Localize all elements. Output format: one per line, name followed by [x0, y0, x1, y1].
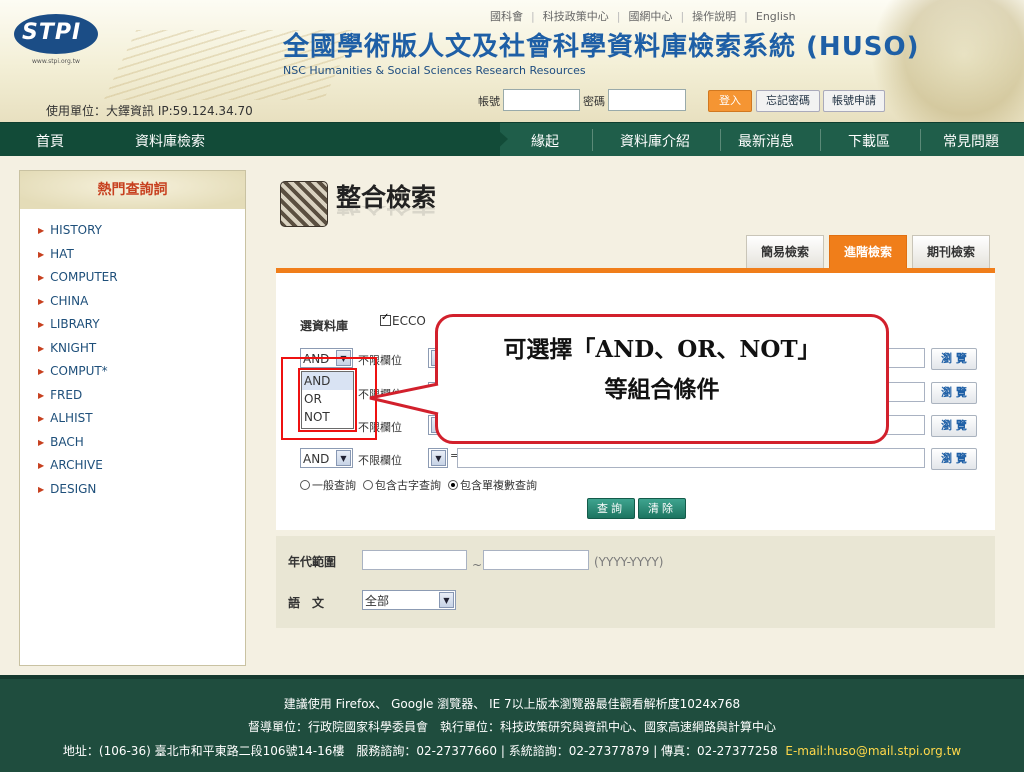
link-nsc[interactable]: 國科會: [490, 10, 523, 23]
callout-line-2: 等組合條件: [604, 376, 720, 403]
hot-term-item[interactable]: ▶ LIBRARY: [38, 317, 118, 341]
footer-browser-note: 建議使用 Firefox、 Google 瀏覽器、 IE 7以上版本瀏覽器最佳觀…: [283, 697, 741, 711]
callout-pointer: [369, 382, 439, 416]
triangle-icon: ▶: [38, 414, 45, 423]
hot-term-item[interactable]: ▶ COMPUT*: [38, 364, 118, 388]
nav-download[interactable]: 下載區: [848, 131, 890, 151]
site-title: 全國學術版人文及社會科學資料庫檢索系統 (HUSO): [283, 32, 920, 62]
triangle-icon: ▶: [38, 320, 45, 329]
boolean-op-select[interactable]: AND ▼: [300, 448, 353, 468]
hot-term-item[interactable]: ▶ HAT: [38, 247, 118, 271]
year-to-input[interactable]: [483, 550, 589, 570]
triangle-icon: ▶: [38, 437, 45, 447]
db-label: 選資料庫: [300, 319, 349, 333]
db-checkbox-ecco[interactable]: ECCO: [380, 312, 426, 328]
password-input[interactable]: [608, 89, 686, 111]
nav-home[interactable]: 首頁: [36, 131, 64, 151]
footer-contact: 地址：(106-36) 臺北市和平東路二段106號14-16樓 服務諮詢：02-…: [62, 744, 962, 758]
clear-button[interactable]: 清除: [638, 498, 686, 519]
triangle-icon: ▶: [38, 226, 45, 235]
hot-terms-sidebar: 熱門查詢詞 ▶ HISTORY ▶ HAT ▶ COMPUTER ▶ CHINA ▶ LI…: [19, 170, 246, 666]
triangle-icon: ▶: [38, 273, 45, 282]
site-subtitle: NSC Humanities & Social Sciences Researc…: [283, 64, 586, 77]
browse-button[interactable]: 瀏 覽: [931, 348, 977, 370]
field-select[interactable]: ▼: [428, 448, 448, 468]
password-label: 密碼: [583, 95, 605, 108]
tab-journal-search[interactable]: 期刊檢索: [912, 235, 990, 268]
stpi-logo[interactable]: STPI www.stpi.org.tw: [14, 14, 98, 65]
radio-ancient[interactable]: [363, 480, 373, 490]
callout-text: 可選擇「AND、OR、NOT」 等組合條件: [435, 330, 889, 410]
hot-term-item[interactable]: ▶ CHINA: [38, 294, 118, 318]
logo-text: STPI: [22, 20, 82, 45]
hot-term-item[interactable]: ▶ ALHIST: [38, 411, 118, 435]
page-title-reflection: 整合檢索: [336, 206, 436, 222]
callout-line-1: 可選擇「AND、OR、NOT」: [503, 336, 821, 363]
checkbox-icon[interactable]: [380, 312, 391, 326]
triangle-icon: ▶: [38, 484, 45, 494]
triangle-icon: ▶: [38, 296, 45, 306]
year-format-hint: (YYYY-YYYY): [594, 555, 664, 569]
browse-button[interactable]: 瀏 覽: [931, 382, 977, 404]
hot-term-item[interactable]: ▶ BACH: [38, 435, 118, 459]
main-nav: 首頁 資料庫檢索 緣起 資料庫介紹 最新消息 下載區 常見問題: [0, 122, 1024, 156]
highlight-box-inner: [298, 368, 357, 432]
nav-db-search[interactable]: 資料庫檢索: [135, 131, 205, 151]
link-nchc[interactable]: 國網中心: [628, 10, 672, 23]
nav-news[interactable]: 最新消息: [738, 131, 794, 151]
year-separator: ~: [472, 558, 483, 572]
search-button[interactable]: 查詢: [587, 498, 635, 519]
nav-origin[interactable]: 緣起: [531, 131, 559, 151]
triangle-icon: ▶: [38, 461, 45, 470]
search-term-input[interactable]: [457, 448, 925, 468]
triangle-icon: ▶: [38, 367, 45, 376]
chevron-down-icon[interactable]: ▼: [439, 592, 454, 608]
field-label: 不限欄位: [358, 454, 402, 467]
site-footer: 建議使用 Firefox、 Google 瀏覽器、 IE 7以上版本瀏覽器最佳觀…: [0, 675, 1024, 772]
triangle-icon: ▶: [38, 249, 45, 259]
account-input[interactable]: [503, 89, 580, 111]
link-stpi[interactable]: 科技政策中心: [543, 10, 609, 23]
hot-terms-list: ▶ HISTORY ▶ HAT ▶ COMPUTER ▶ CHINA ▶ LIBRARY …: [38, 223, 118, 505]
year-range-label: 年代範圍: [288, 555, 337, 569]
account-label: 帳號: [478, 95, 500, 108]
nav-faq[interactable]: 常見問題: [943, 131, 999, 151]
radio-plural[interactable]: [448, 480, 458, 490]
chevron-down-icon[interactable]: ▼: [431, 450, 446, 466]
browse-button[interactable]: 瀏 覽: [931, 448, 977, 470]
search-term-input[interactable]: [885, 415, 925, 435]
hot-term-item[interactable]: ▶ DESIGN: [38, 482, 118, 506]
tab-simple-search[interactable]: 簡易檢索: [746, 235, 824, 268]
footer-organizations: 督導單位：行政院國家科學委員會 執行單位：科技政策研究與資訊中心、國家高速網路與…: [247, 720, 776, 734]
keyboard-icon: [280, 181, 328, 227]
logo-url: www.stpi.org.tw: [32, 58, 80, 65]
link-english[interactable]: English: [756, 10, 796, 23]
footer-email-link[interactable]: E-mail:huso@mail.stpi.org.tw: [785, 744, 961, 758]
user-unit: 使用單位：大鐸資訊 IP:59.124.34.70: [46, 104, 253, 118]
login-button[interactable]: 登入: [708, 90, 752, 112]
language-select[interactable]: 全部 ▼: [362, 590, 456, 610]
year-from-input[interactable]: [362, 550, 467, 570]
browse-button[interactable]: 瀏 覽: [931, 415, 977, 437]
chevron-down-icon[interactable]: ▼: [336, 450, 351, 466]
hot-term-item[interactable]: ▶ HISTORY: [38, 223, 118, 247]
query-mode-options: 一般查詢 包含古字查詢 包含單複數查詢: [300, 477, 537, 493]
radio-general[interactable]: [300, 480, 310, 490]
hot-term-item[interactable]: ▶ COMPUTER: [38, 270, 118, 294]
top-links: 國科會 | 科技政策中心 | 國網中心 | 操作說明 | English: [490, 10, 796, 23]
sidebar-title: 熱門查詢詞: [97, 182, 168, 198]
search-term-input[interactable]: [885, 348, 925, 368]
hot-term-item[interactable]: ▶ ARCHIVE: [38, 458, 118, 482]
triangle-icon: ▶: [38, 343, 45, 353]
hot-term-item[interactable]: ▶ FRED: [38, 388, 118, 412]
link-help[interactable]: 操作說明: [692, 10, 736, 23]
hot-term-item[interactable]: ▶ KNIGHT: [38, 341, 118, 365]
search-term-input[interactable]: [885, 382, 925, 402]
nav-db-intro[interactable]: 資料庫介紹: [620, 131, 690, 151]
language-label: 語文: [288, 596, 337, 610]
tab-advanced-search[interactable]: 進階檢索: [829, 235, 907, 268]
forgot-password-button[interactable]: 忘記密碼: [756, 90, 820, 112]
triangle-icon: ▶: [38, 390, 45, 400]
apply-account-button[interactable]: 帳號申請: [823, 90, 885, 112]
